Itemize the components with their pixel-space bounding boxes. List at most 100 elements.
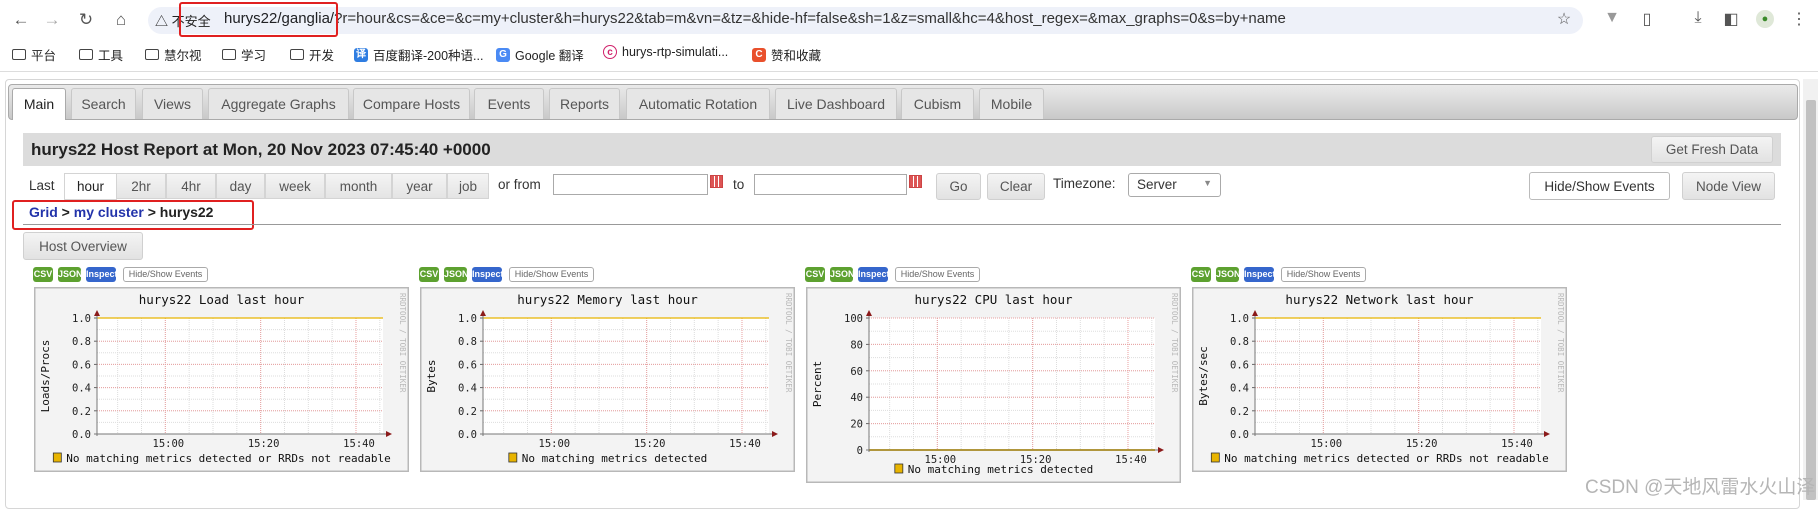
tab-views[interactable]: Views	[142, 88, 203, 119]
csv-button[interactable]: CSV	[33, 267, 53, 282]
url-text[interactable]: hurys22/ganglia/?r=hour&cs=&ce=&c=my+clu…	[224, 10, 1286, 27]
range-week[interactable]: week	[265, 173, 325, 199]
range-4hr[interactable]: 4hr	[166, 173, 216, 199]
graph-2[interactable]: 0 20 40 60 80 100 15:00 15:20 15:40 hurys22 CPU l…	[805, 286, 1182, 488]
menu-icon[interactable]: ⋮	[1788, 9, 1810, 29]
from-date-input[interactable]	[553, 174, 708, 195]
legend-label: No matching metrics detected or RRDs not…	[1224, 452, 1549, 465]
bookmark-item[interactable]: G Google 翻译	[496, 45, 584, 64]
forward-icon[interactable]: →	[40, 8, 64, 32]
scrollbar-thumb[interactable]	[1806, 100, 1816, 500]
csv-button[interactable]: CSV	[1191, 267, 1211, 282]
clear-button[interactable]: Clear	[987, 173, 1045, 200]
page-title: hurys22 Host Report at Mon, 20 Nov 2023 …	[31, 140, 491, 159]
range-year[interactable]: year	[392, 173, 447, 199]
tab-live-dashboard[interactable]: Live Dashboard	[775, 88, 897, 119]
back-icon[interactable]: ←	[9, 8, 33, 32]
bookmark-item[interactable]: 工具	[79, 45, 123, 64]
json-button[interactable]: JSON	[58, 267, 83, 282]
tab-search[interactable]: Search	[71, 88, 136, 119]
chart-svg[interactable]: 0.0 0.2 0.4 0.6 0.8 1.0 15:00 15:20 15:40 hurys22…	[419, 286, 796, 473]
graph-0[interactable]: 0.0 0.2 0.4 0.6 0.8 1.0 15:00 15:20 15:40 hurys22…	[33, 286, 410, 477]
bookmark-item[interactable]: 学习	[222, 45, 266, 64]
y-axis-label: Percent	[811, 361, 824, 407]
chart-svg[interactable]: 02040608010015:00 15:20 15:40hurys22 CPU l…	[805, 286, 1182, 484]
chart-svg[interactable]: 0.0 0.2 0.4 0.6 0.8 1.0 15:00 15:20 15:40 hurys22…	[1191, 286, 1568, 473]
inspect-button[interactable]: Inspect	[86, 267, 118, 282]
inspect-button[interactable]: Inspect	[858, 267, 890, 282]
tab-main[interactable]: Main	[12, 88, 66, 120]
json-button[interactable]: JSON	[444, 267, 469, 282]
chart-title: hurys22 Memory last hour	[517, 292, 698, 307]
last-label: Last	[29, 178, 55, 193]
bookmark-item[interactable]: 译百度翻译-200种语...	[354, 45, 483, 64]
events-button[interactable]: Hide/Show Events	[509, 267, 594, 282]
timezone-select[interactable]: Server ▼	[1128, 173, 1221, 197]
range-day[interactable]: day	[216, 173, 265, 199]
calendar-icon[interactable]	[909, 175, 922, 188]
chart-svg[interactable]: 0.0 0.2 0.4 0.6 0.8 1.0 15:00 15:20 15:40 hurys22…	[33, 286, 410, 473]
chart-title: hurys22 Network last hour	[1285, 292, 1474, 307]
range-job[interactable]: job	[447, 173, 489, 199]
breadcrumb-highlight-box	[12, 200, 254, 230]
graph-1[interactable]: 0.0 0.2 0.4 0.6 0.8 1.0 15:00 15:20 15:40 hurys22…	[419, 286, 796, 477]
timezone-label: Timezone:	[1053, 176, 1116, 191]
legend-swatch	[52, 452, 62, 463]
legend-label: No matching metrics detected or RRDs not…	[66, 452, 391, 465]
extension-v-icon[interactable]: ▼	[1601, 9, 1623, 27]
y-tick-label: 1.0	[458, 313, 477, 325]
csv-button[interactable]: CSV	[419, 267, 439, 282]
range-month[interactable]: month	[325, 173, 392, 199]
calendar-icon[interactable]	[710, 175, 723, 188]
host-overview-button[interactable]: Host Overview	[23, 232, 143, 260]
bookmark-item[interactable]: 慧尔视	[145, 45, 202, 64]
node-view-button[interactable]: Node View	[1682, 172, 1775, 200]
rrdtool-watermark: RRDTOOL / TOBI OETIKER	[398, 293, 407, 393]
extensions-puzzle-icon[interactable]: ▯	[1636, 9, 1658, 29]
graph-3[interactable]: 0.0 0.2 0.4 0.6 0.8 1.0 15:00 15:20 15:40 hurys22…	[1191, 286, 1568, 477]
events-button[interactable]: Hide/Show Events	[1281, 267, 1366, 282]
bookmark-item[interactable]: 开发	[290, 45, 334, 64]
y-axis-label: Bytes	[425, 359, 438, 392]
y-tick-label: 0.6	[458, 359, 477, 371]
bookmark-label: 慧尔视	[164, 49, 202, 63]
download-icon[interactable]: ⤓	[1687, 9, 1709, 27]
range-hour[interactable]: hour	[64, 173, 117, 200]
chevron-down-icon: ▼	[1203, 178, 1212, 188]
json-button[interactable]: JSON	[830, 267, 855, 282]
go-button[interactable]: Go	[936, 173, 981, 200]
csv-button[interactable]: CSV	[805, 267, 825, 282]
inspect-button[interactable]: Inspect	[472, 267, 504, 282]
to-date-input[interactable]	[754, 174, 907, 195]
tab-compare-hosts[interactable]: Compare Hosts	[353, 88, 470, 119]
rrdtool-watermark: RRDTOOL / TOBI OETIKER	[784, 293, 793, 393]
reload-icon[interactable]: ↻	[74, 8, 98, 32]
tab-events[interactable]: Events	[474, 88, 544, 119]
bookmark-star-icon[interactable]: ☆	[1553, 9, 1575, 29]
profile-avatar[interactable]: ●	[1754, 9, 1776, 28]
home-icon[interactable]: ⌂	[109, 8, 133, 32]
y-tick-label: 0.0	[1230, 429, 1249, 441]
y-tick-label: 1.0	[72, 313, 91, 325]
legend-swatch	[508, 452, 518, 463]
y-tick-label: 60	[850, 366, 863, 378]
bookmark-item[interactable]: c hurys-rtp-simulati...	[603, 45, 728, 59]
range-2hr[interactable]: 2hr	[116, 173, 166, 199]
events-button[interactable]: Hide/Show Events	[123, 267, 208, 282]
json-button[interactable]: JSON	[1216, 267, 1241, 282]
side-panel-icon[interactable]: ◧	[1720, 9, 1742, 29]
tab-automatic-rotation[interactable]: Automatic Rotation	[626, 88, 770, 119]
bookmark-item[interactable]: 平台	[12, 45, 56, 64]
get-fresh-data-button[interactable]: Get Fresh Data	[1651, 136, 1773, 163]
folder-icon	[222, 49, 236, 60]
events-button[interactable]: Hide/Show Events	[895, 267, 980, 282]
tab-reports[interactable]: Reports	[549, 88, 620, 119]
hide-show-events-button[interactable]: Hide/Show Events	[1529, 172, 1670, 200]
tab-cubism[interactable]: Cubism	[901, 88, 974, 119]
tab-mobile[interactable]: Mobile	[979, 88, 1044, 119]
legend-label: No matching metrics detected	[522, 452, 707, 465]
y-axis-label: Bytes/sec	[1197, 346, 1210, 406]
inspect-button[interactable]: Inspect	[1244, 267, 1276, 282]
bookmark-item[interactable]: C 赞和收藏	[752, 45, 821, 64]
tab-aggregate-graphs[interactable]: Aggregate Graphs	[208, 88, 349, 119]
